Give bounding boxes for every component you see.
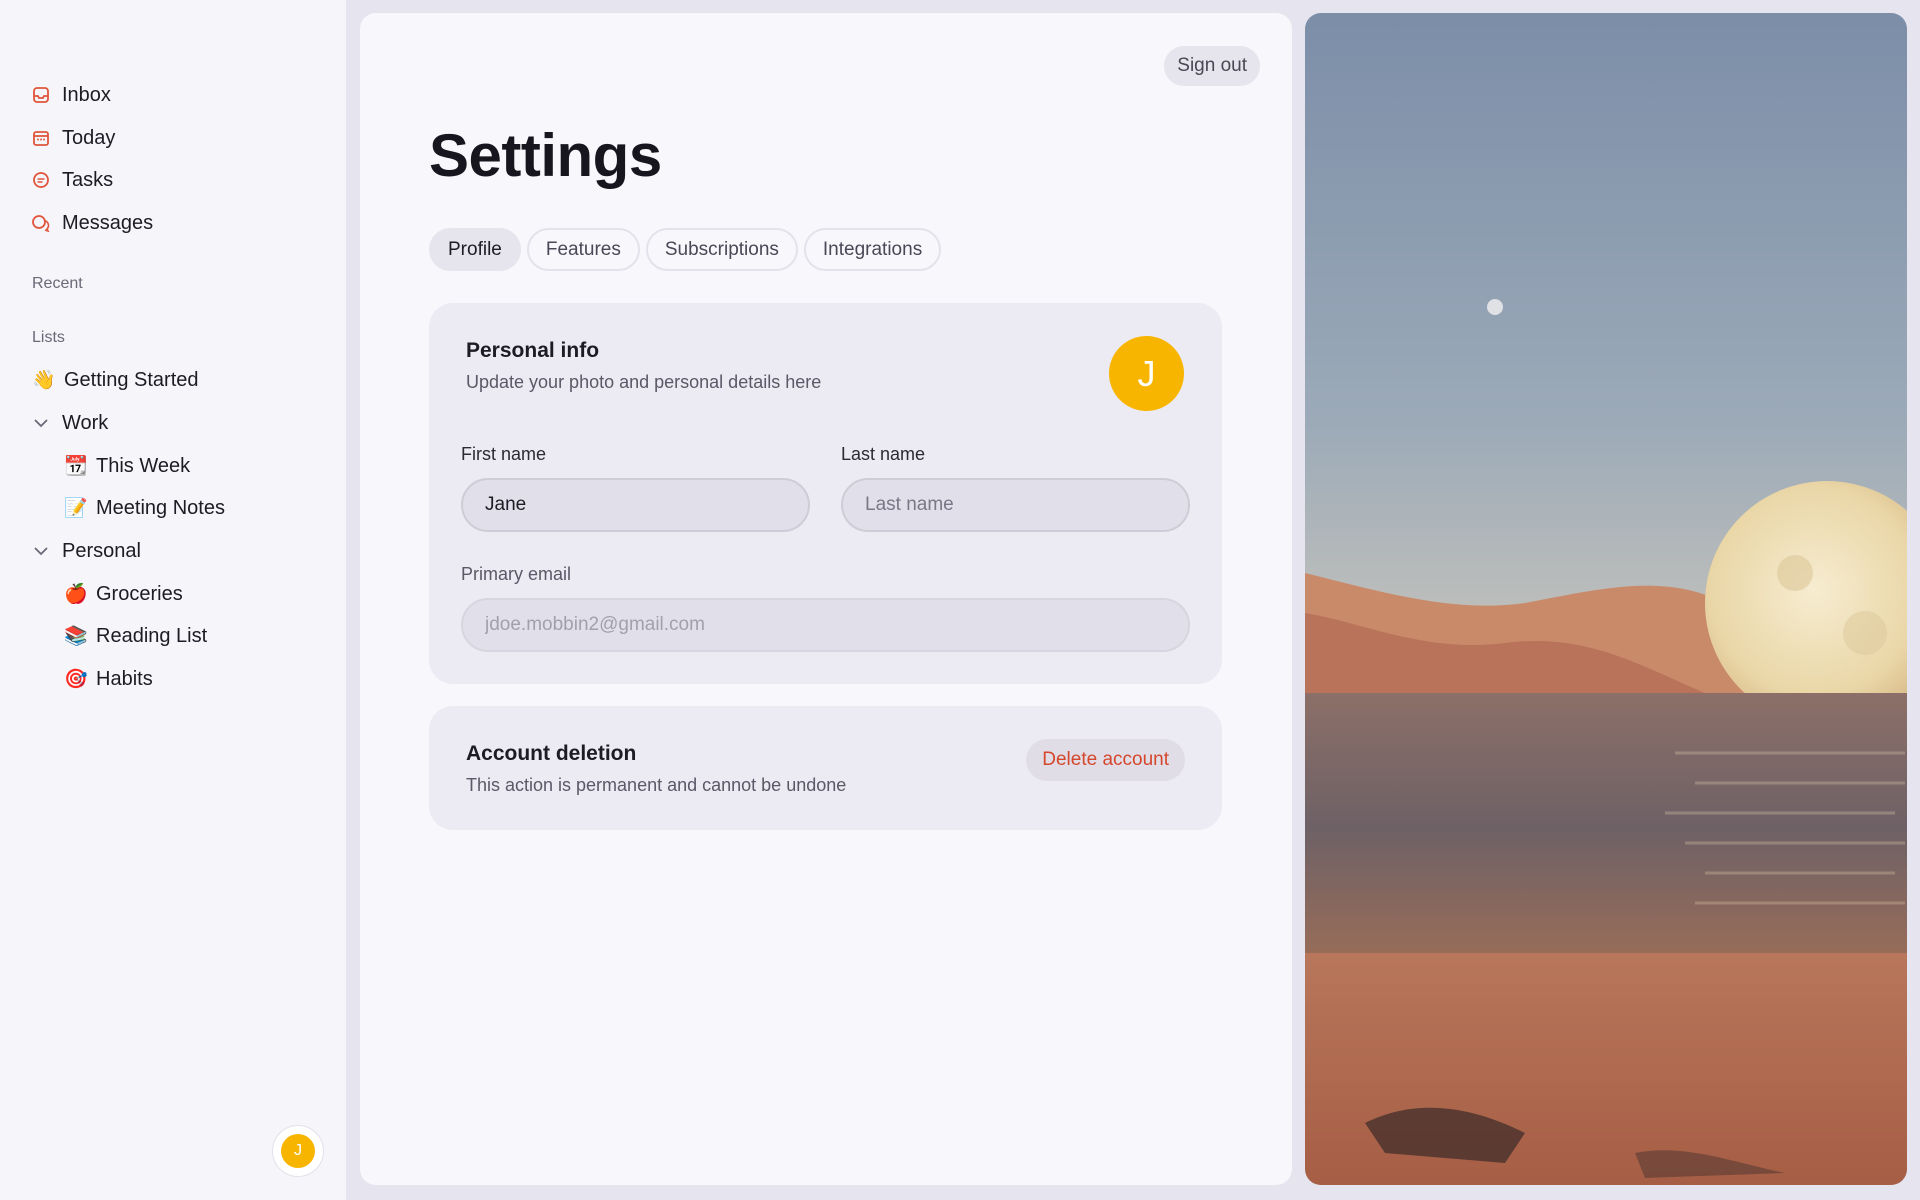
list-item-label: This Week bbox=[96, 454, 191, 477]
calendar-emoji-icon: 📆 bbox=[64, 456, 88, 477]
last-name-label: Last name bbox=[841, 444, 926, 464]
tab-integrations[interactable]: Integrations bbox=[803, 228, 942, 271]
last-name-field[interactable] bbox=[841, 478, 1190, 532]
list-item-meeting-notes[interactable]: 📝 Meeting Notes bbox=[64, 491, 225, 525]
list-item-habits[interactable]: 🎯 Habits bbox=[64, 662, 153, 696]
books-icon: 📚 bbox=[64, 626, 88, 647]
list-group-label: Work bbox=[62, 411, 109, 434]
list-group-personal[interactable]: Personal bbox=[30, 534, 141, 568]
list-item-label: Meeting Notes bbox=[96, 496, 225, 519]
sidebar-item-label: Inbox bbox=[62, 83, 111, 106]
messages-icon bbox=[30, 212, 52, 234]
sidebar-item-inbox[interactable]: Inbox bbox=[30, 78, 111, 112]
chevron-down-icon[interactable] bbox=[30, 546, 52, 556]
list-item-this-week[interactable]: 📆 This Week bbox=[64, 449, 190, 483]
profile-avatar[interactable]: J bbox=[1109, 336, 1184, 411]
apple-icon: 🍎 bbox=[64, 584, 88, 605]
first-name-label: First name bbox=[461, 444, 547, 464]
sidebar-item-label: Messages bbox=[62, 211, 154, 234]
calendar-icon bbox=[30, 127, 52, 149]
sidebar: Inbox Today Tasks Messages Recent Lists … bbox=[0, 0, 346, 1200]
list-item-label: Groceries bbox=[96, 582, 183, 605]
account-deletion-subtitle: This action is permanent and cannot be u… bbox=[466, 775, 847, 795]
memo-icon: 📝 bbox=[64, 498, 88, 519]
list-item-getting-started[interactable]: 👋 Getting Started bbox=[32, 363, 199, 397]
list-group-label: Personal bbox=[62, 539, 141, 562]
email-field bbox=[461, 598, 1190, 652]
list-item-reading-list[interactable]: 📚 Reading List bbox=[64, 619, 207, 653]
tab-subscriptions[interactable]: Subscriptions bbox=[645, 228, 798, 271]
delete-account-button[interactable]: Delete account bbox=[1026, 739, 1185, 781]
personal-info-title: Personal info bbox=[466, 339, 600, 362]
email-label: Primary email bbox=[461, 564, 572, 584]
user-avatar-button[interactable]: J bbox=[272, 1125, 324, 1177]
list-item-groceries[interactable]: 🍎 Groceries bbox=[64, 577, 183, 611]
settings-tabs: Profile Features Subscriptions Integrati… bbox=[429, 228, 942, 271]
lists-section-label: Lists bbox=[32, 329, 65, 346]
sidebar-item-label: Today bbox=[62, 126, 116, 149]
desert-moon-image bbox=[1305, 13, 1907, 1185]
list-item-label: Habits bbox=[96, 667, 153, 690]
tasks-icon bbox=[30, 169, 52, 191]
page-title: Settings bbox=[429, 122, 662, 189]
first-name-field[interactable] bbox=[461, 478, 810, 532]
sidebar-item-today[interactable]: Today bbox=[30, 121, 115, 155]
target-icon: 🎯 bbox=[64, 669, 88, 690]
account-deletion-card: Account deletion This action is permanen… bbox=[429, 706, 1222, 830]
landscape-illustration bbox=[1305, 13, 1907, 1185]
inbox-icon bbox=[30, 84, 52, 106]
list-item-label: Getting Started bbox=[64, 368, 199, 391]
personal-info-card: Personal info Update your photo and pers… bbox=[429, 303, 1222, 684]
sidebar-item-tasks[interactable]: Tasks bbox=[30, 163, 113, 197]
settings-panel: Sign out Settings Profile Features Subsc… bbox=[360, 13, 1292, 1185]
account-deletion-title: Account deletion bbox=[466, 742, 637, 765]
sidebar-item-messages[interactable]: Messages bbox=[30, 206, 153, 240]
sign-out-button[interactable]: Sign out bbox=[1164, 46, 1260, 86]
recent-section-label: Recent bbox=[32, 275, 83, 292]
wave-icon: 👋 bbox=[32, 370, 56, 391]
tab-features[interactable]: Features bbox=[526, 228, 640, 271]
avatar: J bbox=[281, 1134, 315, 1168]
list-item-label: Reading List bbox=[96, 624, 208, 647]
list-group-work[interactable]: Work bbox=[30, 406, 108, 440]
sidebar-item-label: Tasks bbox=[62, 168, 114, 191]
tab-profile[interactable]: Profile bbox=[429, 228, 521, 271]
personal-info-subtitle: Update your photo and personal details h… bbox=[466, 372, 822, 392]
chevron-down-icon[interactable] bbox=[30, 418, 52, 428]
